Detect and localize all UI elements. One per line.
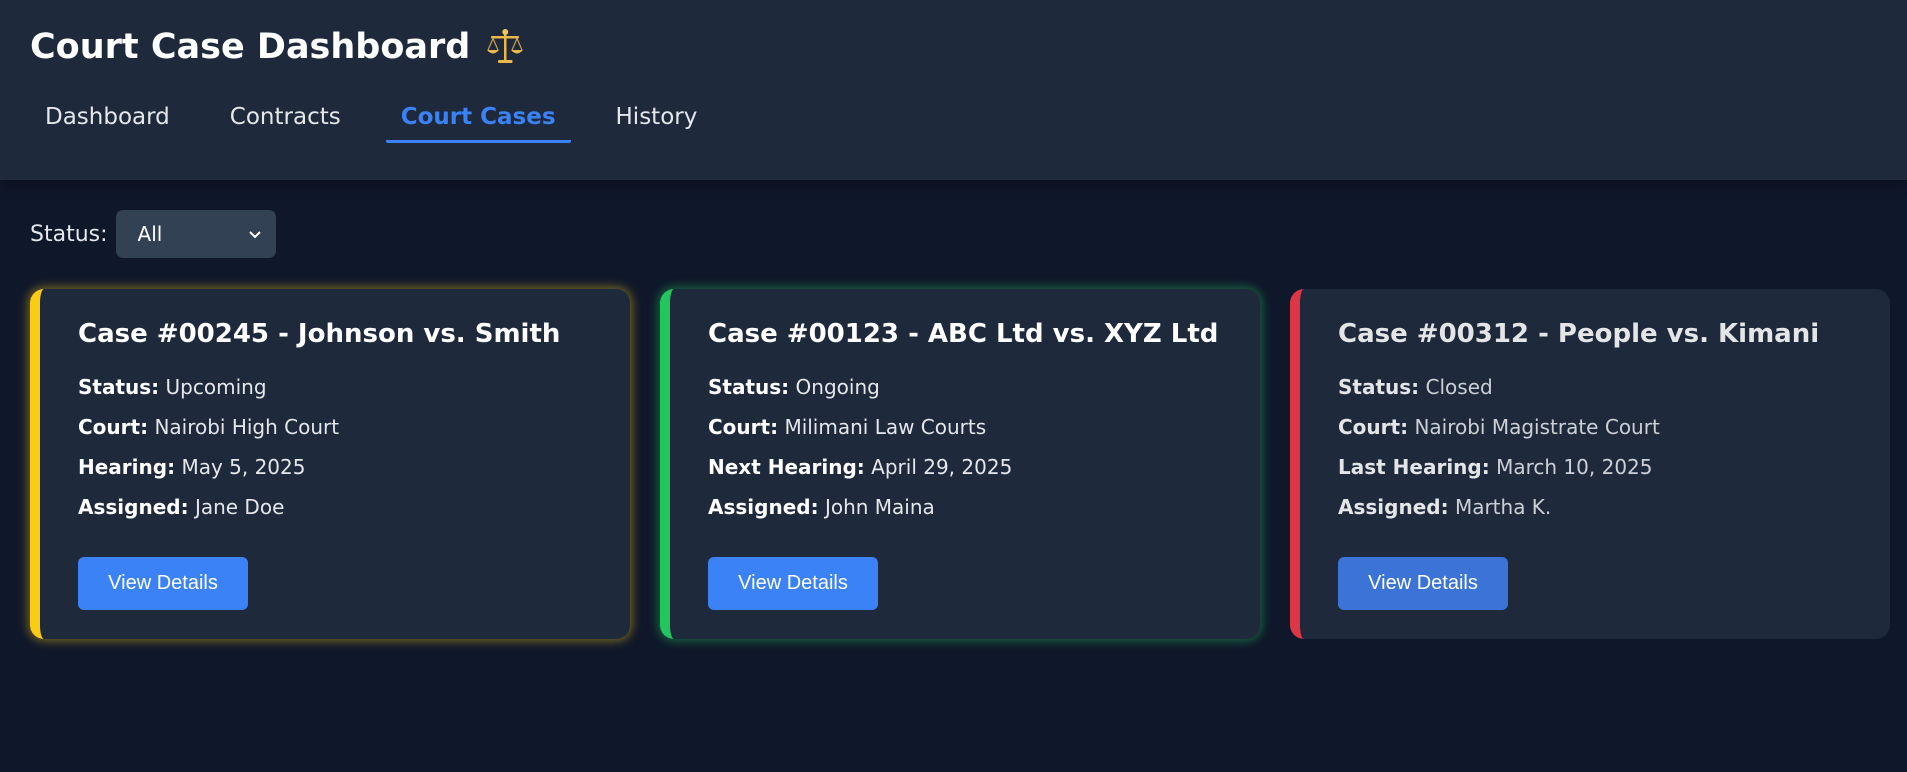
field-value: April 29, 2025 [871,455,1013,479]
field-value: Milimani Law Courts [784,415,987,439]
case-card: Case #00245 - Johnson vs. Smith Status: … [30,289,630,639]
field-label: Status: [708,375,790,399]
status-filter: Status: All [30,210,276,258]
case-title: Case #00245 - Johnson vs. Smith [78,319,561,349]
case-court: Court: Nairobi High Court [78,415,630,439]
page-title: Court Case Dashboard [30,26,526,68]
view-details-button[interactable]: View Details [708,557,878,610]
view-details-button[interactable]: View Details [1338,557,1508,610]
tab-dashboard[interactable]: Dashboard [30,98,185,143]
field-value: Martha K. [1454,495,1552,519]
case-assigned: Assigned: Martha K. [1338,495,1890,519]
case-status: Status: Upcoming [78,375,630,399]
field-value: Nairobi Magistrate Court [1414,415,1660,439]
case-assigned: Assigned: John Maina [708,495,1260,519]
field-label: Hearing: [78,455,176,479]
field-value: John Maina [824,495,935,519]
field-label: Court: [1338,415,1409,439]
app-header: Court Case Dashboard Dashboard Contracts… [0,0,1907,180]
field-value: Nairobi High Court [154,415,340,439]
field-label: Last Hearing: [1338,455,1490,479]
field-value: Upcoming [165,375,267,399]
case-court: Court: Nairobi Magistrate Court [1338,415,1890,439]
case-title: Case #00312 - People vs. Kimani [1338,319,1820,349]
status-filter-label: Status: [30,221,108,247]
status-select-value: All [137,222,163,246]
case-assigned: Assigned: Jane Doe [78,495,630,519]
case-status: Status: Closed [1338,375,1890,399]
field-value: March 10, 2025 [1496,455,1653,479]
field-value: Jane Doe [194,495,285,519]
field-value: Closed [1425,375,1493,399]
field-label: Court: [78,415,149,439]
case-list: Case #00245 - Johnson vs. Smith Status: … [30,289,1890,639]
field-value: Ongoing [795,375,880,399]
app-title: Court Case Dashboard [30,27,471,67]
view-details-button[interactable]: View Details [78,557,248,610]
case-hearing: Hearing: May 5, 2025 [78,455,630,479]
case-court: Court: Milimani Law Courts [708,415,1260,439]
field-value: May 5, 2025 [181,455,306,479]
field-label: Next Hearing: [708,455,865,479]
case-hearing: Last Hearing: March 10, 2025 [1338,455,1890,479]
case-title: Case #00123 - ABC Ltd vs. XYZ Ltd [708,319,1219,349]
case-hearing: Next Hearing: April 29, 2025 [708,455,1260,479]
status-select[interactable]: All [115,210,276,258]
case-card: Case #00123 - ABC Ltd vs. XYZ Ltd Status… [660,289,1260,639]
field-label: Assigned: [708,495,819,519]
field-label: Assigned: [78,495,189,519]
scales-of-justice-icon [484,26,526,68]
field-label: Court: [708,415,779,439]
case-card: Case #00312 - People vs. Kimani Status: … [1290,289,1890,639]
field-label: Status: [1338,375,1420,399]
main-nav: Dashboard Contracts Court Cases History [30,98,742,143]
case-status: Status: Ongoing [708,375,1260,399]
field-label: Status: [78,375,160,399]
tab-contracts[interactable]: Contracts [215,98,356,143]
chevron-down-icon [248,231,261,239]
tab-history[interactable]: History [601,98,713,143]
tab-court-cases[interactable]: Court Cases [385,98,571,143]
field-label: Assigned: [1338,495,1449,519]
